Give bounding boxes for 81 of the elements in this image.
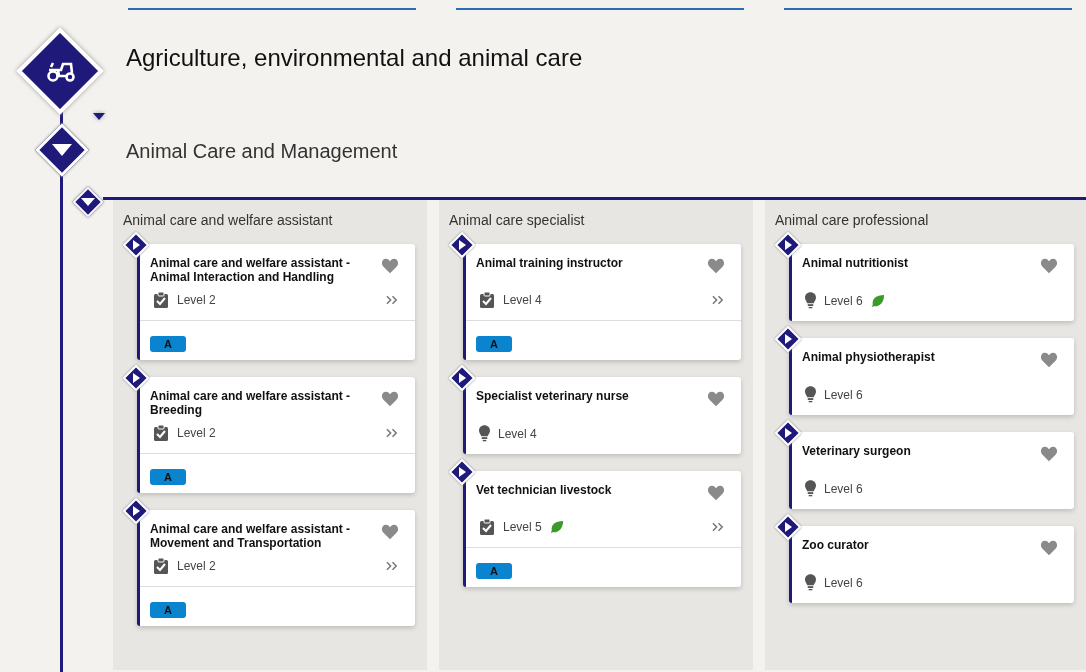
caret-icon — [93, 113, 105, 120]
career-card[interactable]: Zoo curator Level 6 — [789, 526, 1074, 603]
caret-icon — [81, 198, 95, 206]
card-title: Zoo curator — [802, 538, 870, 552]
clipboard-check-icon — [479, 519, 495, 535]
apprenticeship-tag: A — [476, 336, 512, 352]
career-card[interactable]: Animal care and welfare assistant - Breeding Level 2 A — [137, 377, 415, 493]
group-title: Animal Care and Management — [126, 139, 398, 163]
sector-title: Agriculture, environmental and animal care — [126, 43, 583, 72]
heart-icon[interactable] — [707, 391, 725, 407]
level-text: Level 6 — [824, 481, 863, 496]
clipboard-check-icon — [479, 292, 495, 308]
card-marker-icon — [449, 232, 475, 258]
double-chevron-icon[interactable] — [712, 522, 725, 532]
card-marker-icon — [775, 326, 801, 352]
career-card[interactable]: Animal training instructor Level 4 A — [463, 244, 741, 360]
level-text: Level 5 — [503, 520, 542, 534]
heart-icon[interactable] — [1040, 258, 1058, 274]
apprenticeship-tag: A — [476, 563, 512, 579]
career-card[interactable]: Animal care and welfare assistant - Animal Interaction and Handling Level 2 A — [137, 244, 415, 360]
double-chevron-icon[interactable] — [386, 295, 399, 305]
clipboard-check-icon — [153, 425, 169, 441]
apprenticeship-tag: A — [150, 469, 186, 485]
card-title: Animal nutritionist — [802, 256, 909, 270]
card-title: Animal physiotherapist — [802, 350, 936, 364]
card-marker-icon — [123, 498, 149, 524]
double-chevron-icon[interactable] — [386, 561, 399, 571]
lightbulb-icon — [479, 425, 490, 442]
heart-icon[interactable] — [1040, 446, 1058, 462]
lightbulb-icon — [805, 292, 816, 309]
card-marker-icon — [449, 459, 475, 485]
career-card[interactable]: Animal nutritionist Level 6 — [789, 244, 1074, 321]
career-card[interactable]: Vet technician livestock Level 5 A — [463, 471, 741, 587]
double-chevron-icon[interactable] — [386, 428, 399, 438]
level-text: Level 6 — [824, 575, 863, 590]
column-title: Animal care and welfare assistant — [123, 212, 334, 228]
caret-icon — [52, 144, 72, 156]
card-title: Veterinary surgeon — [802, 444, 912, 458]
clipboard-check-icon — [153, 558, 169, 574]
card-marker-icon — [123, 365, 149, 391]
level-text: Level 4 — [498, 426, 537, 441]
apprenticeship-tag: A — [150, 336, 186, 352]
card-title: Animal training instructor — [476, 256, 624, 270]
card-title: Vet technician livestock — [476, 483, 613, 497]
card-marker-icon — [775, 420, 801, 446]
level-text: Level 6 — [824, 387, 863, 402]
heart-icon[interactable] — [707, 258, 725, 274]
apprenticeship-tag: A — [150, 602, 186, 618]
lightbulb-icon — [805, 386, 816, 403]
card-marker-icon — [449, 365, 475, 391]
card-marker-icon — [775, 514, 801, 540]
heart-icon[interactable] — [707, 485, 725, 501]
card-title: Animal care and welfare assistant - Movement and Transportation — [150, 522, 352, 550]
career-card[interactable]: Animal care and welfare assistant - Movement and Transportation Level 2 A — [137, 510, 415, 626]
lightbulb-icon — [805, 574, 816, 591]
double-chevron-icon[interactable] — [712, 295, 725, 305]
level-text: Level 2 — [177, 293, 216, 307]
career-card[interactable]: Specialist veterinary nurse Level 4 — [463, 377, 741, 454]
card-marker-icon — [123, 232, 149, 258]
lightbulb-icon — [805, 480, 816, 497]
leaf-icon — [870, 293, 885, 308]
column-title: Animal care professional — [775, 212, 930, 228]
clipboard-check-icon — [153, 292, 169, 308]
level-text: Level 2 — [177, 559, 216, 573]
career-card[interactable]: Animal physiotherapist Level 6 — [789, 338, 1074, 415]
heart-icon[interactable] — [381, 524, 399, 540]
card-title: Animal care and welfare assistant - Animal Interaction and Handling — [150, 256, 352, 284]
level-text: Level 2 — [177, 426, 216, 440]
leaf-icon — [549, 520, 564, 534]
card-title: Specialist veterinary nurse — [476, 389, 630, 403]
heart-icon[interactable] — [1040, 352, 1058, 368]
card-title: Animal care and welfare assistant - Breeding — [150, 389, 352, 417]
column-title: Animal care specialist — [449, 212, 586, 228]
heart-icon[interactable] — [1040, 540, 1058, 556]
card-marker-icon — [775, 232, 801, 258]
heart-icon[interactable] — [381, 391, 399, 407]
level-text: Level 6 — [824, 293, 863, 308]
tractor-icon — [47, 61, 75, 82]
level-text: Level 4 — [503, 293, 542, 307]
heart-icon[interactable] — [381, 258, 399, 274]
career-card[interactable]: Veterinary surgeon Level 6 — [789, 432, 1074, 509]
